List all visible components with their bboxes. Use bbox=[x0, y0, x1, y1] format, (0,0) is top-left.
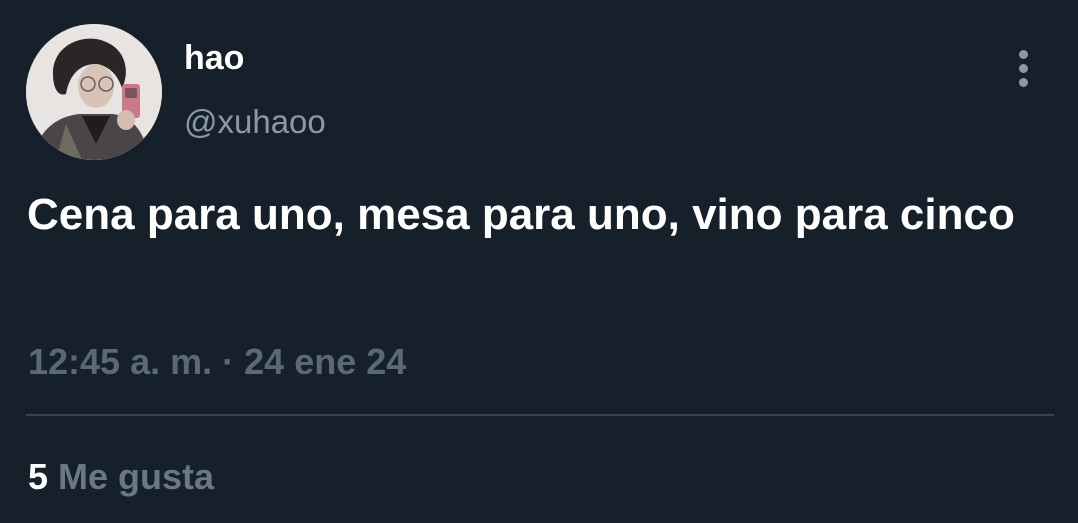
avatar-photo bbox=[26, 24, 162, 160]
avatar[interactable] bbox=[26, 24, 162, 160]
tweet-card: hao @xuhaoo Cena para uno, mesa para uno… bbox=[0, 0, 1078, 523]
display-name[interactable]: hao bbox=[184, 36, 244, 80]
tweet-date[interactable]: 24 ene 24 bbox=[244, 341, 406, 382]
likes-count: 5 bbox=[28, 456, 49, 497]
meta-separator: · bbox=[222, 341, 235, 382]
tweet-text: Cena para uno, mesa para uno, vino para … bbox=[27, 190, 1015, 239]
tweet-time[interactable]: 12:45 a. m. bbox=[28, 341, 212, 382]
user-handle[interactable]: @xuhaoo bbox=[184, 100, 326, 144]
tweet-timestamp[interactable]: 12:45 a. m. · 24 ene 24 bbox=[28, 338, 406, 386]
divider bbox=[26, 414, 1054, 416]
likes-stat[interactable]: 5 Me gusta bbox=[28, 454, 214, 500]
more-vertical-icon[interactable] bbox=[1006, 48, 1042, 88]
likes-label: Me gusta bbox=[58, 456, 215, 497]
